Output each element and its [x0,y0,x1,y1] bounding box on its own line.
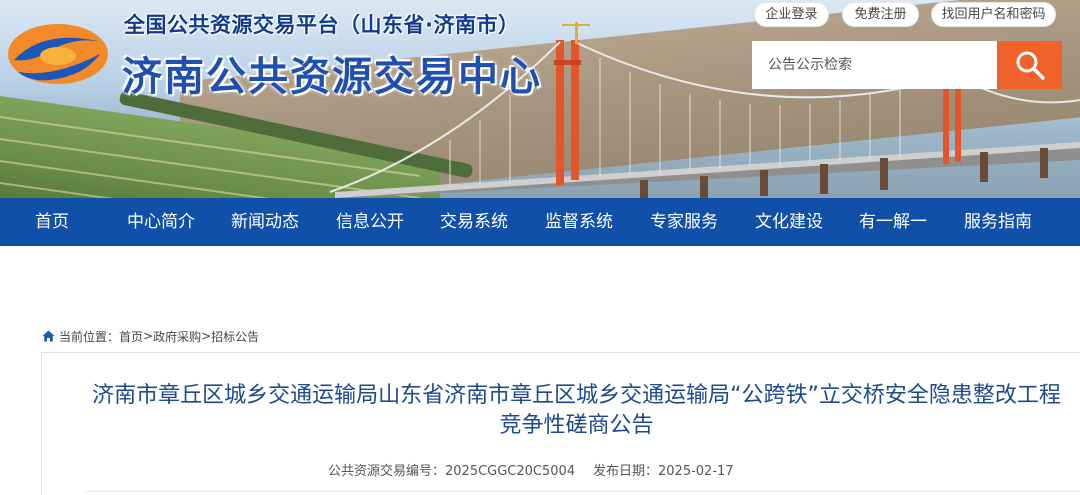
nav-news[interactable]: 新闻动态 [231,198,299,246]
nav-supervision-system[interactable]: 监督系统 [545,198,613,246]
enterprise-login-link[interactable]: 企业登录 [754,2,829,27]
breadcrumb-separator: > [201,329,212,343]
nav-info-disclosure[interactable]: 信息公开 [336,198,404,246]
nav-center-intro[interactable]: 中心简介 [127,198,195,246]
header-banner: 全国公共资源交易平台（山东省·济南市） 济南公共资源交易中心 企业登录 免费注册… [0,0,1080,198]
home-icon [42,330,55,342]
search-box [752,41,1062,89]
breadcrumb-home[interactable]: 首页 [119,328,143,345]
top-links: 企业登录 免费注册 找回用户名和密码 [0,2,1080,27]
site-title: 济南公共资源交易中心 [122,54,542,100]
meta-divider [85,491,1080,492]
breadcrumb-separator: > [143,329,154,343]
search-button[interactable] [997,41,1062,89]
nav-home[interactable]: 首页 [35,198,69,246]
breadcrumb-label: 当前位置： [59,329,120,344]
breadcrumb-tender-notice[interactable]: 招标公告 [211,328,259,345]
nav-trading-system[interactable]: 交易系统 [440,198,508,246]
nav-expert-service[interactable]: 专家服务 [650,198,718,246]
search-icon [1016,51,1045,80]
breadcrumb: 当前位置： 首页 > 政府采购 > 招标公告 [42,327,259,345]
search-input[interactable] [752,41,997,89]
find-account-link[interactable]: 找回用户名和密码 [931,2,1056,27]
nav-one-solve[interactable]: 有一解一 [859,198,927,246]
nav-service-guide[interactable]: 服务指南 [964,198,1032,246]
article-title: 济南市章丘区城乡交通运输局山东省济南市章丘区城乡交通运输局“公跨铁”立交桥安全隐… [92,383,1061,438]
main-nav: 首页 中心简介 新闻动态 信息公开 交易系统 监督系统 专家服务 文化建设 有一… [0,198,1080,246]
publish-date: 发布日期：2025-02-17 [593,464,734,479]
breadcrumb-gov-procurement[interactable]: 政府采购 [153,328,201,345]
free-register-link[interactable]: 免费注册 [842,2,919,27]
transaction-code: 公共资源交易编号：2025CGGC20C5004 [328,464,576,479]
nav-culture[interactable]: 文化建设 [755,198,823,246]
